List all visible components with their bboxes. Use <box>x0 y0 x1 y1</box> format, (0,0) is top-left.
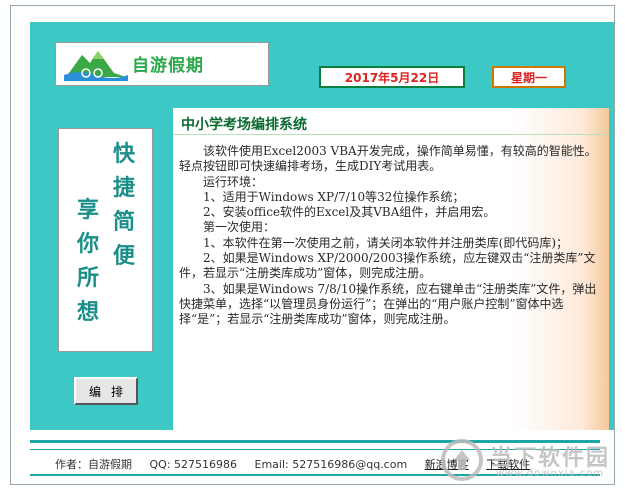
main-content: 中小学考场编排系统 该软件使用Excel2003 VBA开发完成，操作简单易懂，… <box>173 108 609 430</box>
paragraph: 第一次使用： <box>203 220 276 235</box>
paragraph: 运行环境： <box>203 174 264 189</box>
paragraph: 1、本软件在第一次使用之前，请关闭本软件并注册类库(即代码库)； <box>203 235 569 250</box>
paragraph: 1、适用于Windows XP/7/10等32位操作系统； <box>203 189 465 204</box>
slogan-column-2: 享 你 所 想 <box>73 193 103 329</box>
date-display: 2017年5月22日 <box>319 66 465 88</box>
logo: 自游假期 <box>55 42 269 86</box>
description-text: 该软件使用Excel2003 VBA开发完成，操作简单易懂，有较高的智能性。轻点… <box>179 144 607 328</box>
paragraph: 该软件使用Excel2003 VBA开发完成，操作简单易懂，有较高的智能性。轻点… <box>179 144 597 174</box>
watermark-url: www.downxia.com <box>496 468 605 479</box>
footer-qq: QQ: 527516986 <box>149 458 238 471</box>
paragraph: 3、如果是Windows 7/8/10操作系统，应右键单击“注册类库”文件，弹出… <box>179 281 597 327</box>
watermark-logo-icon <box>441 439 483 481</box>
paragraph: 2、如果是Windows XP/2000/2003操作系统，应左键双击“注册类库… <box>179 251 596 281</box>
slogan-char: 便 <box>112 243 135 269</box>
slogan-char: 你 <box>76 231 99 257</box>
page-title: 中小学考场编排系统 <box>181 117 307 133</box>
footer-email: Email: 527516986@qq.com <box>254 458 408 471</box>
title-divider <box>173 134 609 135</box>
edit-button[interactable]: 编排 <box>74 377 138 405</box>
slogan-char: 捷 <box>112 175 135 201</box>
paragraph: 2、安装office软件的Excel及其VBA组件，并启用宏。 <box>203 205 496 220</box>
slogan-char: 简 <box>112 209 135 235</box>
logo-text: 自游假期 <box>132 56 204 76</box>
mountain-logo-icon <box>64 51 128 81</box>
slogan-char: 快 <box>112 141 135 167</box>
slogan-column-1: 快 捷 简 便 <box>109 137 139 273</box>
slogan-char: 想 <box>76 299 99 325</box>
watermark: 当下软件园 www.downxia.com <box>440 438 620 488</box>
slogan-box: 快 捷 简 便 享 你 所 想 <box>58 128 153 352</box>
slogan-char: 所 <box>76 265 99 291</box>
weekday-display: 星期一 <box>492 66 566 88</box>
footer-author: 作者：自游假期 <box>55 458 132 471</box>
slogan-char: 享 <box>76 197 99 223</box>
